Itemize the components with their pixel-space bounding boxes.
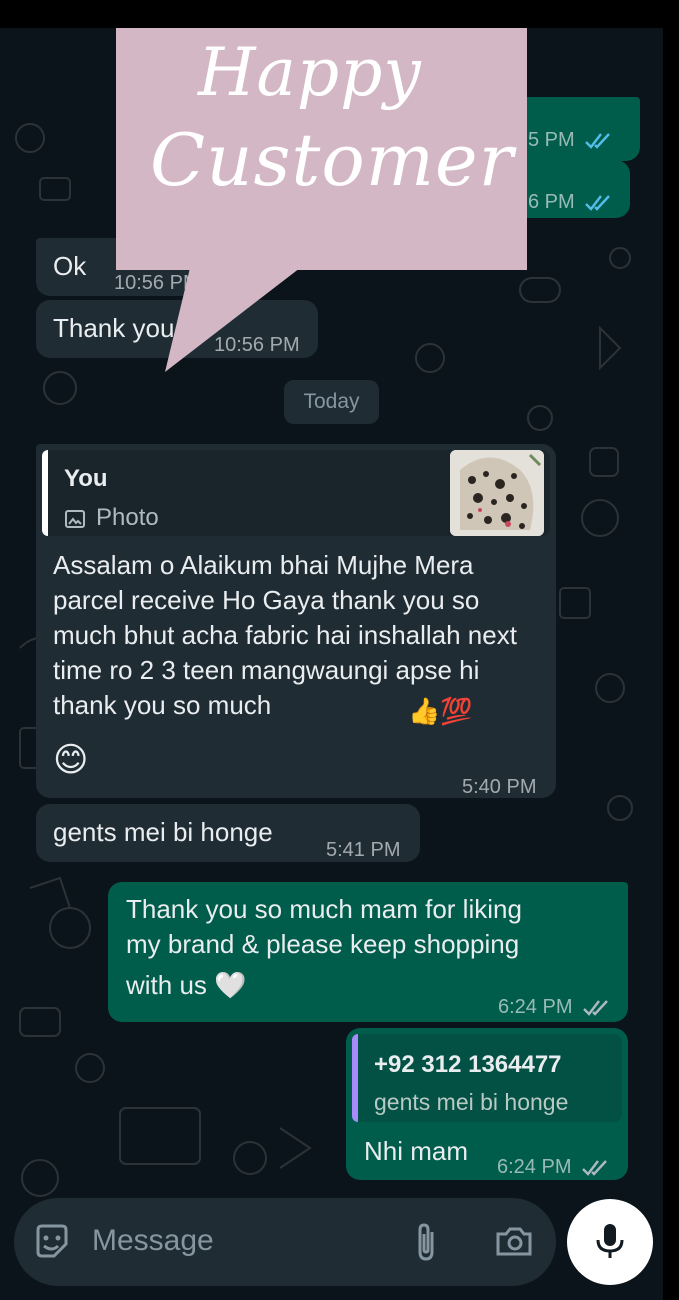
outgoing-message[interactable]: +92 312 1364477 gents mei bi honge Nhi m…: [346, 1028, 628, 1180]
leopard-print-image: [450, 450, 544, 536]
quoted-message[interactable]: You Photo: [42, 450, 550, 536]
message-line: Thank you so much mam for liking: [126, 894, 522, 924]
outgoing-message[interactable]: Thank you so much mam for liking my bran…: [108, 882, 628, 1022]
double-check-icon: [582, 1159, 607, 1176]
incoming-message[interactable]: gents mei bi honge 5:41 PM: [36, 804, 420, 862]
message-text: Assalam o Alaikum bhai Mujhe Mera parcel…: [53, 550, 517, 720]
message-time: 5:41 PM: [326, 839, 401, 861]
quote-accent-bar: [42, 450, 48, 536]
quoted-message[interactable]: +92 312 1364477 gents mei bi honge: [352, 1034, 622, 1122]
quote-sender: +92 312 1364477: [374, 1051, 562, 1078]
message-time: 6:24 PM: [497, 1156, 572, 1178]
quote-accent-bar: [352, 1034, 358, 1122]
incoming-message[interactable]: You Photo Assalam o Alaikum bhai Mujhe M…: [36, 444, 556, 798]
banner-line-happy: Happy: [198, 34, 422, 111]
message-line: my brand & please keep shopping: [126, 929, 520, 959]
paperclip-icon[interactable]: [412, 1222, 440, 1267]
banner-line-customer: Customer: [150, 118, 514, 202]
image-icon: [64, 504, 86, 538]
emoji-inline: 👍💯: [408, 696, 473, 726]
happy-customer-banner: Happy Customer: [116, 28, 527, 270]
camera-icon[interactable]: [494, 1224, 534, 1265]
sticker-smile-icon[interactable]: [32, 1222, 72, 1267]
message-composer[interactable]: Message: [14, 1198, 556, 1286]
date-separator: Today: [284, 380, 379, 424]
message-text: Thank you so much mam for liking my bran…: [126, 892, 616, 1003]
quote-text: gents mei bi honge: [374, 1089, 569, 1115]
quote-sender: You: [64, 465, 108, 492]
message-text: Nhi mam: [364, 1136, 469, 1166]
smile-emoji: 😊: [53, 741, 89, 779]
voice-record-button[interactable]: [567, 1199, 653, 1285]
quote-type-label: Photo: [96, 504, 159, 531]
message-text: gents mei bi honge: [53, 817, 273, 847]
microphone-icon: [596, 1224, 624, 1258]
message-time: 6:24 PM: [498, 996, 573, 1018]
double-check-icon: [583, 999, 608, 1016]
message-time: 5:40 PM: [462, 776, 537, 798]
photo-thumbnail[interactable]: [450, 450, 544, 536]
message-placeholder[interactable]: Message: [92, 1224, 214, 1258]
